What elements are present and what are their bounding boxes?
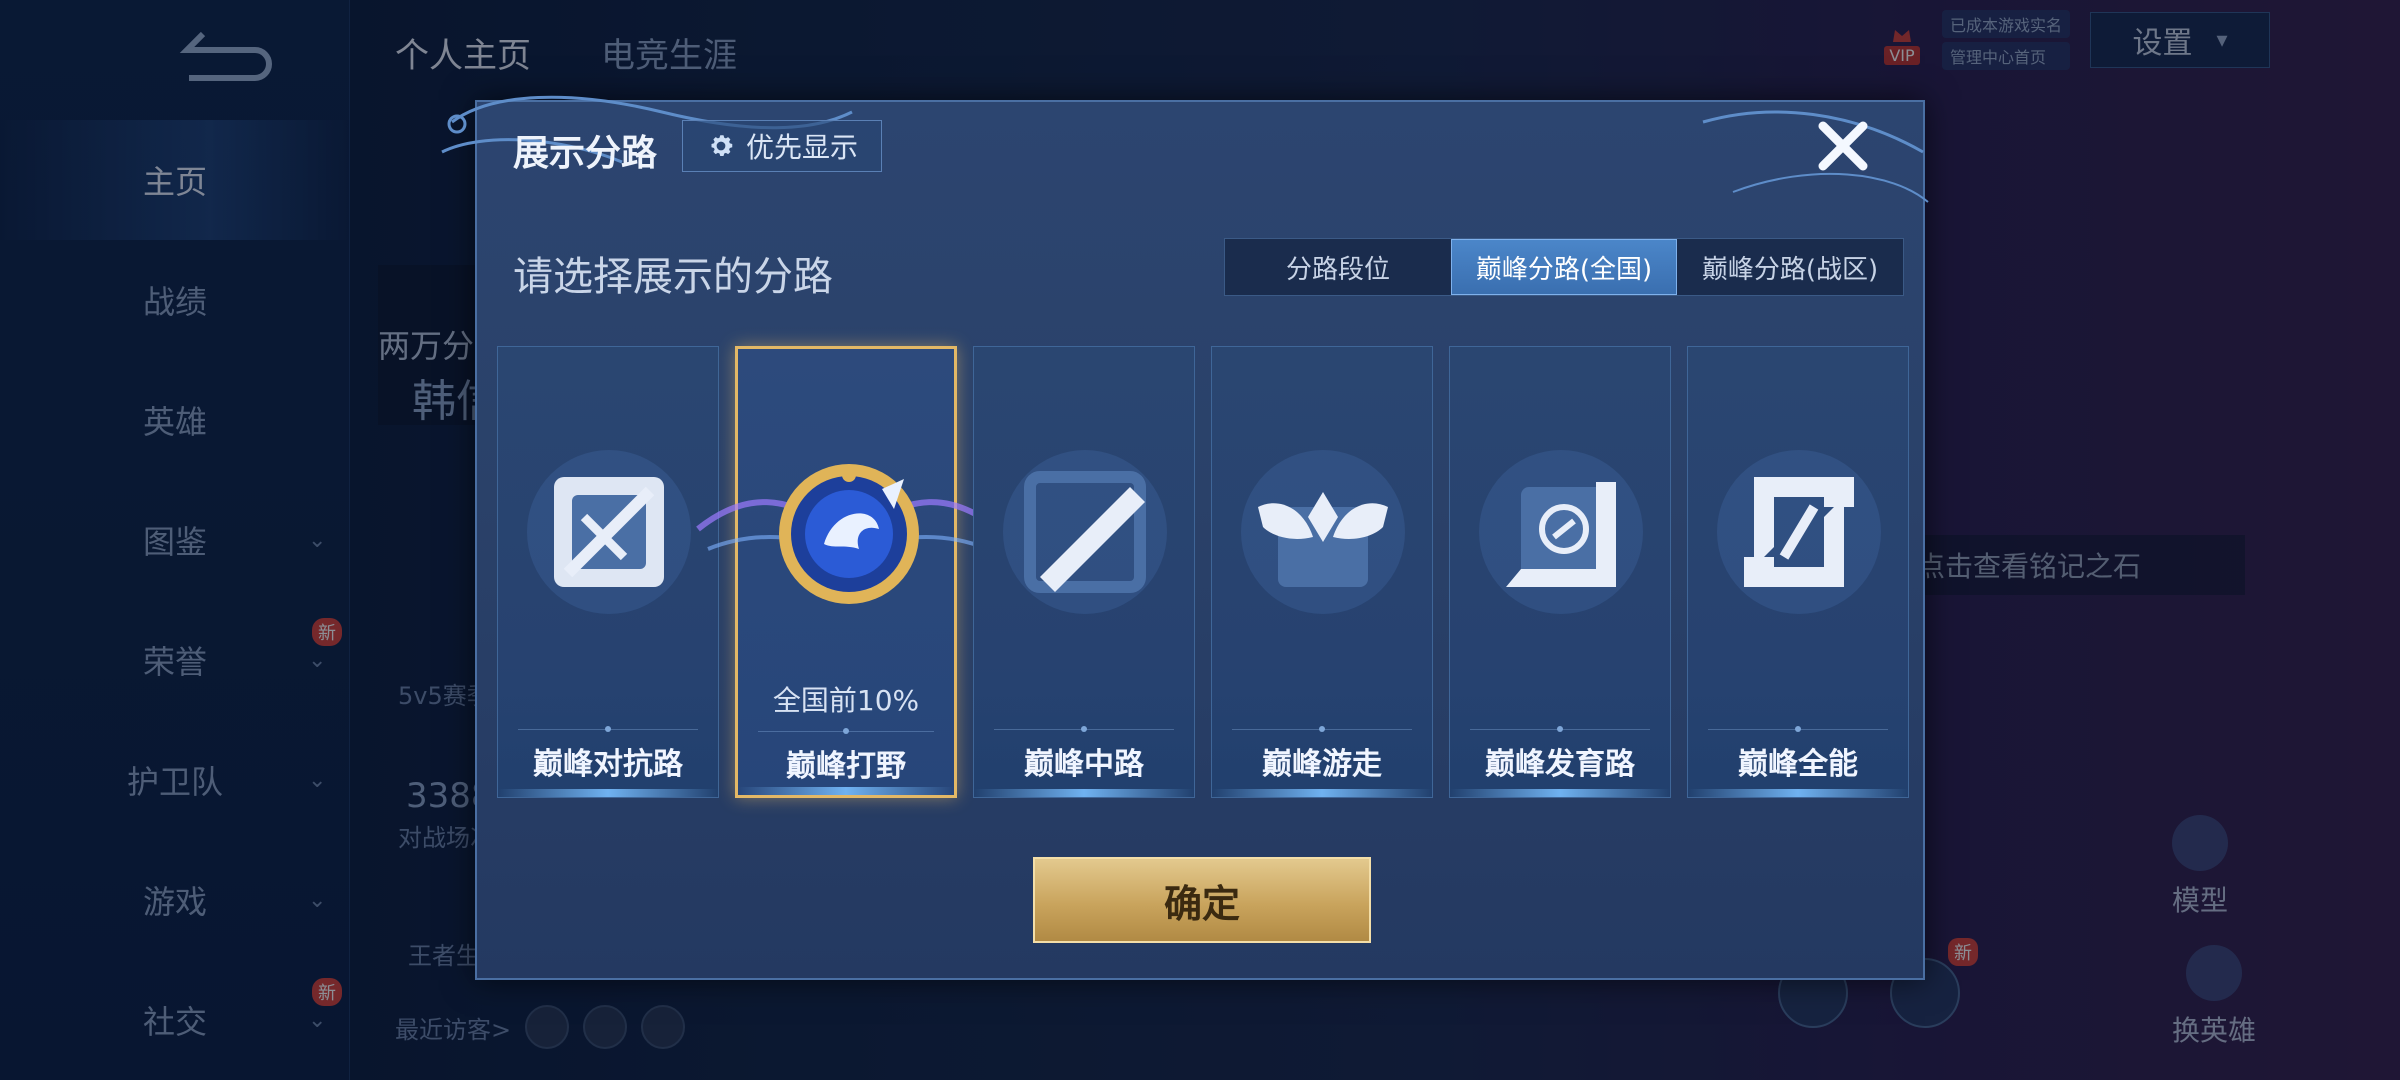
gear-icon — [711, 135, 733, 156]
card-divider — [994, 726, 1174, 732]
tab-peak-lane-region[interactable]: 巅峰分路(战区) — [1677, 239, 1903, 295]
lane-card-name: 巅峰中路 — [1024, 747, 1144, 782]
lane-source-tabs: 分路段位 巅峰分路(全国) 巅峰分路(战区) — [1224, 238, 1904, 296]
tab-peak-lane-national[interactable]: 巅峰分路(全国) — [1451, 239, 1677, 295]
lane-card-farm[interactable]: 巅峰发育路 — [1449, 346, 1671, 798]
jungle-dragon-emblem-icon — [779, 464, 919, 604]
mid-lane-icon — [1003, 450, 1167, 614]
lane-card-list: 巅峰对抗路 全国前10% 巅峰打野 巅峰中路 巅峰游走 巅峰发育路 巅峰全能 — [497, 346, 1909, 798]
lane-card-name: 巅峰全能 — [1738, 747, 1858, 782]
lane-card-name: 巅峰对抗路 — [533, 747, 683, 782]
card-glow — [1212, 789, 1432, 797]
priority-display-label: 优先显示 — [745, 131, 858, 164]
card-divider — [518, 726, 698, 732]
lane-card-jungle[interactable]: 全国前10% 巅峰打野 — [696, 346, 1000, 798]
all-round-icon — [1717, 450, 1881, 614]
card-glow — [498, 789, 718, 797]
lane-display-dialog: 展示分路 优先显示 请选择展示的分路 分路段位 巅峰分路(全国) 巅峰分路(战区… — [441, 95, 1929, 980]
card-glow — [974, 789, 1194, 797]
card-divider — [758, 728, 934, 734]
close-icon[interactable] — [1811, 114, 1875, 178]
lane-card-all-round[interactable]: 巅峰全能 — [1687, 346, 1909, 798]
card-divider — [1708, 726, 1888, 732]
lane-card-name: 巅峰打野 — [786, 749, 906, 784]
clash-lane-icon — [527, 450, 691, 614]
tab-lane-rank[interactable]: 分路段位 — [1225, 239, 1451, 295]
lane-card-roam[interactable]: 巅峰游走 — [1211, 346, 1433, 798]
lane-card-name: 巅峰发育路 — [1485, 747, 1635, 782]
roam-wings-icon — [1241, 450, 1405, 614]
card-glow — [1450, 789, 1670, 797]
priority-display-button[interactable]: 优先显示 — [682, 120, 882, 172]
lane-card-name: 巅峰游走 — [1262, 747, 1382, 782]
card-divider — [1470, 726, 1650, 732]
card-glow — [1688, 789, 1908, 797]
lane-card-rank: 全国前10% — [772, 684, 920, 717]
card-glow — [738, 787, 954, 795]
confirm-button[interactable]: 确定 — [1033, 857, 1371, 943]
dialog-subtitle: 请选择展示的分路 — [513, 254, 833, 300]
lane-card-mid[interactable]: 巅峰中路 — [973, 346, 1195, 798]
dialog-title: 展示分路 — [513, 133, 658, 174]
card-divider — [1232, 726, 1412, 732]
farm-lane-icon — [1479, 450, 1643, 614]
